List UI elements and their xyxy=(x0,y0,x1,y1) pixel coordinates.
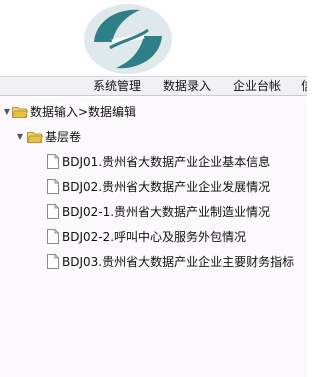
company-logo xyxy=(84,4,172,74)
main-menubar: 系统管理 数据录入 企业台帐 信 xyxy=(0,76,307,96)
tree-root-label[interactable]: 数据输入>数据编辑 xyxy=(30,102,136,122)
document-icon xyxy=(47,204,59,219)
tree-leaf-item[interactable]: BDJ02-2.呼叫中心及服务外包情况 xyxy=(0,227,307,247)
tree-leaf-item[interactable]: BDJ02-1.贵州省大数据产业制造业情况 xyxy=(0,202,307,222)
menu-info[interactable]: 信 xyxy=(301,77,307,95)
tree-root-node: ▼ 数据输入>数据编辑 xyxy=(0,102,307,122)
tree-group-label[interactable]: 基层卷 xyxy=(45,127,81,147)
tree-leaf-label[interactable]: BDJ02-2.呼叫中心及服务外包情况 xyxy=(62,227,246,247)
document-icon xyxy=(47,229,59,244)
folder-open-icon xyxy=(12,107,28,118)
folder-open-icon xyxy=(27,132,43,143)
menu-system-admin[interactable]: 系统管理 xyxy=(93,77,141,95)
collapse-toggle-icon[interactable]: ▼ xyxy=(2,102,12,122)
tree-leaf-label[interactable]: BDJ02.贵州省大数据产业企业发展情况 xyxy=(62,177,270,197)
document-icon xyxy=(47,254,59,269)
tree-group-node: ▼ 基层卷 xyxy=(0,127,307,147)
app-header xyxy=(0,0,307,76)
tree-leaf-item[interactable]: BDJ01.贵州省大数据产业企业基本信息 xyxy=(0,152,307,172)
menu-enterprise-ledger[interactable]: 企业台帐 xyxy=(233,77,281,95)
tree-leaf-label[interactable]: BDJ02-1.贵州省大数据产业制造业情况 xyxy=(62,202,270,222)
tree-leaf-item[interactable]: BDJ03.贵州省大数据产业企业主要财务指标 xyxy=(0,252,307,272)
collapse-toggle-icon[interactable]: ▼ xyxy=(15,127,25,147)
document-icon xyxy=(47,154,59,169)
tree-leaf-item[interactable]: BDJ02.贵州省大数据产业企业发展情况 xyxy=(0,177,307,197)
tree-leaf-label[interactable]: BDJ01.贵州省大数据产业企业基本信息 xyxy=(62,152,270,172)
document-icon xyxy=(47,179,59,194)
tree-panel: ▼ 数据输入>数据编辑 ▼ 基层卷 BDJ01.贵州省大数据产业企业基本信息 B… xyxy=(0,97,307,377)
tree-leaf-label[interactable]: BDJ03.贵州省大数据产业企业主要财务指标 xyxy=(62,252,294,272)
menu-data-entry[interactable]: 数据录入 xyxy=(163,77,211,95)
